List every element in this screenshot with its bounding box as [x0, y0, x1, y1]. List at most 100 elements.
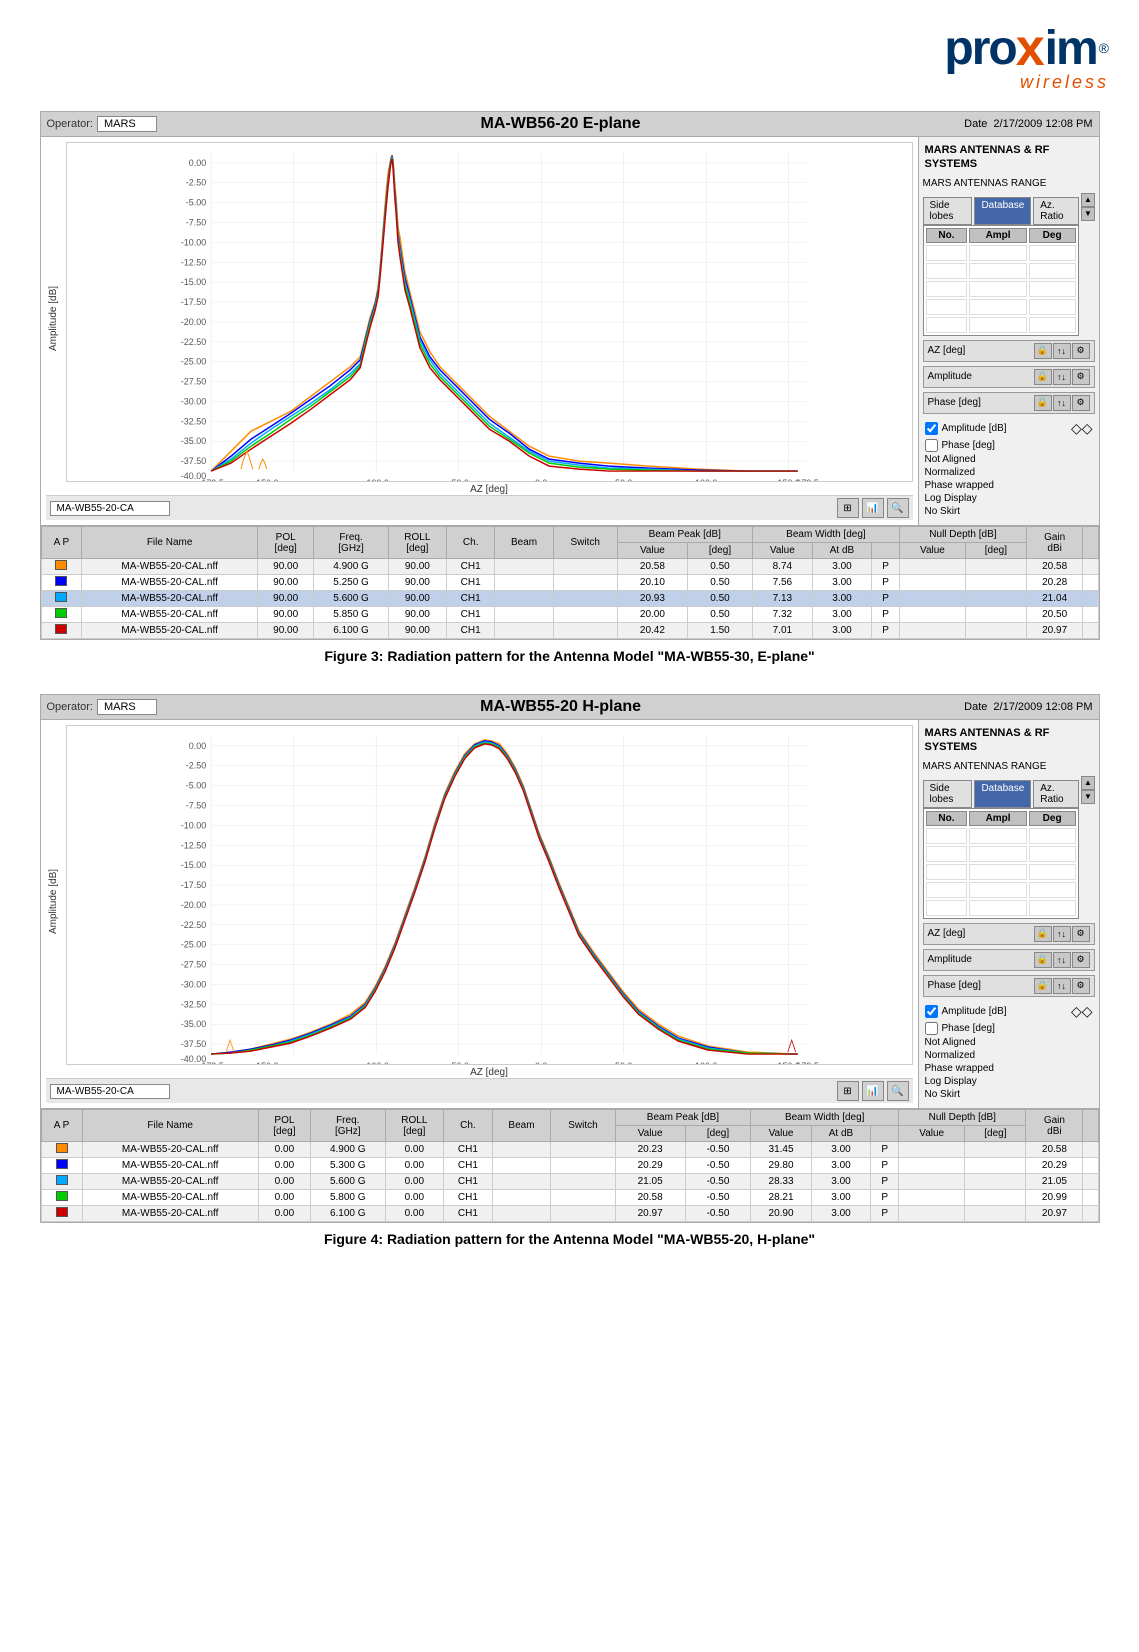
col3-deg: Deg	[1029, 228, 1076, 243]
col4-ampl: Ampl	[969, 811, 1026, 826]
panel3-header: Operator: MARS MA-WB56-20 E-plane Date 2…	[41, 112, 1099, 137]
tab4-azratio[interactable]: Az. Ratio	[1033, 780, 1078, 808]
sidebar3-table: No. Ampl Deg	[923, 225, 1079, 336]
table-row: MA-WB55-20-CAL.nff 0.00 6.100 G 0.00 CH1…	[41, 1206, 1098, 1222]
az3-label: AZ [deg]	[928, 345, 966, 356]
logo-im-text: im	[1045, 21, 1097, 76]
cb3-phase[interactable]	[925, 439, 938, 452]
th4-gain: GaindBi	[1026, 1110, 1083, 1142]
chart3-yaxis-container: Amplitude [dB]	[46, 142, 913, 495]
option4-amplitude: Amplitude [dB] ◇◇	[925, 1003, 1093, 1020]
phase3-btn1[interactable]: 🔒	[1034, 395, 1052, 411]
toolbar4-btn2[interactable]: 📊	[862, 1081, 884, 1101]
amp3-btn3[interactable]: ⚙	[1072, 369, 1090, 385]
th4-beam: Beam	[492, 1110, 551, 1142]
option3-amplitude: Amplitude [dB] ◇◇	[925, 420, 1093, 437]
th3-scroll	[1083, 527, 1098, 559]
date3-label: Date	[964, 118, 987, 130]
svg-text:-27.50: -27.50	[180, 377, 205, 387]
range3-label: MARS ANTENNAS RANGE	[923, 178, 1095, 189]
svg-text:-15.00: -15.00	[180, 860, 205, 870]
toolbar3-btn1[interactable]: ⊞	[837, 498, 859, 518]
svg-text:-35.00: -35.00	[180, 1019, 205, 1029]
toolbar4-btn3[interactable]: 🔍	[887, 1081, 909, 1101]
svg-text:179.5: 179.5	[796, 478, 818, 482]
panel4-header: Operator: MARS MA-WB55-20 H-plane Date 2…	[41, 695, 1099, 720]
scroll3-down[interactable]: ▼	[1081, 207, 1095, 221]
th4-ch: Ch.	[444, 1110, 492, 1142]
az4-btn2[interactable]: ↑↓	[1053, 926, 1071, 942]
table4-area: A P File Name POL[deg] Freq.[GHz] ROLL[d…	[41, 1108, 1099, 1222]
option3-logdisplay: Log Display	[925, 493, 1093, 504]
amplitude4-control: Amplitude 🔒 ↑↓ ⚙	[923, 949, 1095, 971]
az3-btn2[interactable]: ↑↓	[1053, 343, 1071, 359]
date4-label: Date	[964, 701, 987, 713]
scroll3-up[interactable]: ▲	[1081, 193, 1095, 207]
toolbar3-btn2[interactable]: 📊	[862, 498, 884, 518]
scroll4-up[interactable]: ▲	[1081, 776, 1095, 790]
tab3-sidelobes[interactable]: Side lobes	[923, 197, 973, 225]
option3-noskirt: No Skirt	[925, 506, 1093, 517]
amplitude3-control: Amplitude 🔒 ↑↓ ⚙	[923, 366, 1095, 388]
amp4-btn1[interactable]: 🔒	[1034, 952, 1052, 968]
phase3-btn3[interactable]: ⚙	[1072, 395, 1090, 411]
tab4-sidelobes[interactable]: Side lobes	[923, 780, 973, 808]
sidebar4-options: Amplitude [dB] ◇◇ Phase [deg] Not Aligne…	[923, 1001, 1095, 1102]
tab4-database[interactable]: Database	[974, 780, 1031, 808]
opt4-noskirt-label: No Skirt	[925, 1089, 961, 1100]
th4-roll: ROLL[deg]	[385, 1110, 444, 1142]
cb3-amplitude[interactable]	[925, 422, 938, 435]
panel3-sidebar: MARS ANTENNAS & RF SYSTEMS MARS ANTENNAS…	[919, 137, 1099, 525]
scroll4-down[interactable]: ▼	[1081, 790, 1095, 804]
amp4-btn3[interactable]: ⚙	[1072, 952, 1090, 968]
amp3-btn1[interactable]: 🔒	[1034, 369, 1052, 385]
amplitude4-buttons: 🔒 ↑↓ ⚙	[1034, 952, 1090, 968]
tab3-database[interactable]: Database	[974, 197, 1031, 225]
opt3-phase-label: Phase [deg]	[942, 440, 995, 451]
main-content: Operator: MARS MA-WB56-20 E-plane Date 2…	[10, 111, 1129, 1247]
phase4-btn2[interactable]: ↑↓	[1053, 978, 1071, 994]
phase4-btn1[interactable]: 🔒	[1034, 978, 1052, 994]
range4-label: MARS ANTENNAS RANGE	[923, 761, 1095, 772]
company3-name: MARS ANTENNAS & RF SYSTEMS	[923, 141, 1095, 174]
az4-btn1[interactable]: 🔒	[1034, 926, 1052, 942]
phase4-btn3[interactable]: ⚙	[1072, 978, 1090, 994]
az4-btn3[interactable]: ⚙	[1072, 926, 1090, 942]
svg-text:-17.50: -17.50	[180, 297, 205, 307]
th4-scroll	[1083, 1110, 1098, 1142]
option3-phasewrapped: Phase wrapped	[925, 480, 1093, 491]
option4-notaligned: Not Aligned	[925, 1037, 1093, 1048]
sidebar3-scrollbar[interactable]: ▲ ▼	[1081, 193, 1095, 221]
svg-text:-12.50: -12.50	[180, 840, 205, 850]
svg-text:-7.50: -7.50	[185, 801, 205, 811]
col4-no: No.	[926, 811, 968, 826]
toolbar4-btn1[interactable]: ⊞	[837, 1081, 859, 1101]
opt3-normalized-label: Normalized	[925, 467, 976, 478]
phase3-buttons: 🔒 ↑↓ ⚙	[1034, 395, 1090, 411]
th3-bwvalue: Value	[752, 543, 812, 559]
sidebar4-scrollbar[interactable]: ▲ ▼	[1081, 776, 1095, 804]
panel4-sidebar: MARS ANTENNAS & RF SYSTEMS MARS ANTENNAS…	[919, 720, 1099, 1108]
phase3-btn2[interactable]: ↑↓	[1053, 395, 1071, 411]
th4-freq: Freq.[GHz]	[311, 1110, 385, 1142]
figure3-panel: Operator: MARS MA-WB56-20 E-plane Date 2…	[40, 111, 1100, 640]
svg-text:-20.00: -20.00	[180, 900, 205, 910]
amp3-btn2[interactable]: ↑↓	[1053, 369, 1071, 385]
cb4-amplitude[interactable]	[925, 1005, 938, 1018]
th4-beamwidth: Beam Width [deg]	[751, 1110, 899, 1126]
amp4-btn2[interactable]: ↑↓	[1053, 952, 1071, 968]
th4-bwvalue: Value	[751, 1126, 811, 1142]
company4-name: MARS ANTENNAS & RF SYSTEMS	[923, 724, 1095, 757]
chart3-with-xaxis: 0.00 -2.50 -5.00 -7.50 -10.00 -12.50 -15…	[66, 142, 913, 495]
toolbar3-btn3[interactable]: 🔍	[887, 498, 909, 518]
svg-text:-5.00: -5.00	[185, 198, 205, 208]
svg-text:0.00: 0.00	[188, 741, 205, 751]
operator3-value: MARS	[97, 116, 157, 132]
col3-no: No.	[926, 228, 968, 243]
az3-btn1[interactable]: 🔒	[1034, 343, 1052, 359]
az3-btn3[interactable]: ⚙	[1072, 343, 1090, 359]
tab3-azratio[interactable]: Az. Ratio	[1033, 197, 1078, 225]
cb4-phase[interactable]	[925, 1022, 938, 1035]
table-row: MA-WB55-20-CAL.nff 90.00 5.250 G 90.00 C…	[41, 575, 1098, 591]
svg-text:-7.50: -7.50	[185, 218, 205, 228]
